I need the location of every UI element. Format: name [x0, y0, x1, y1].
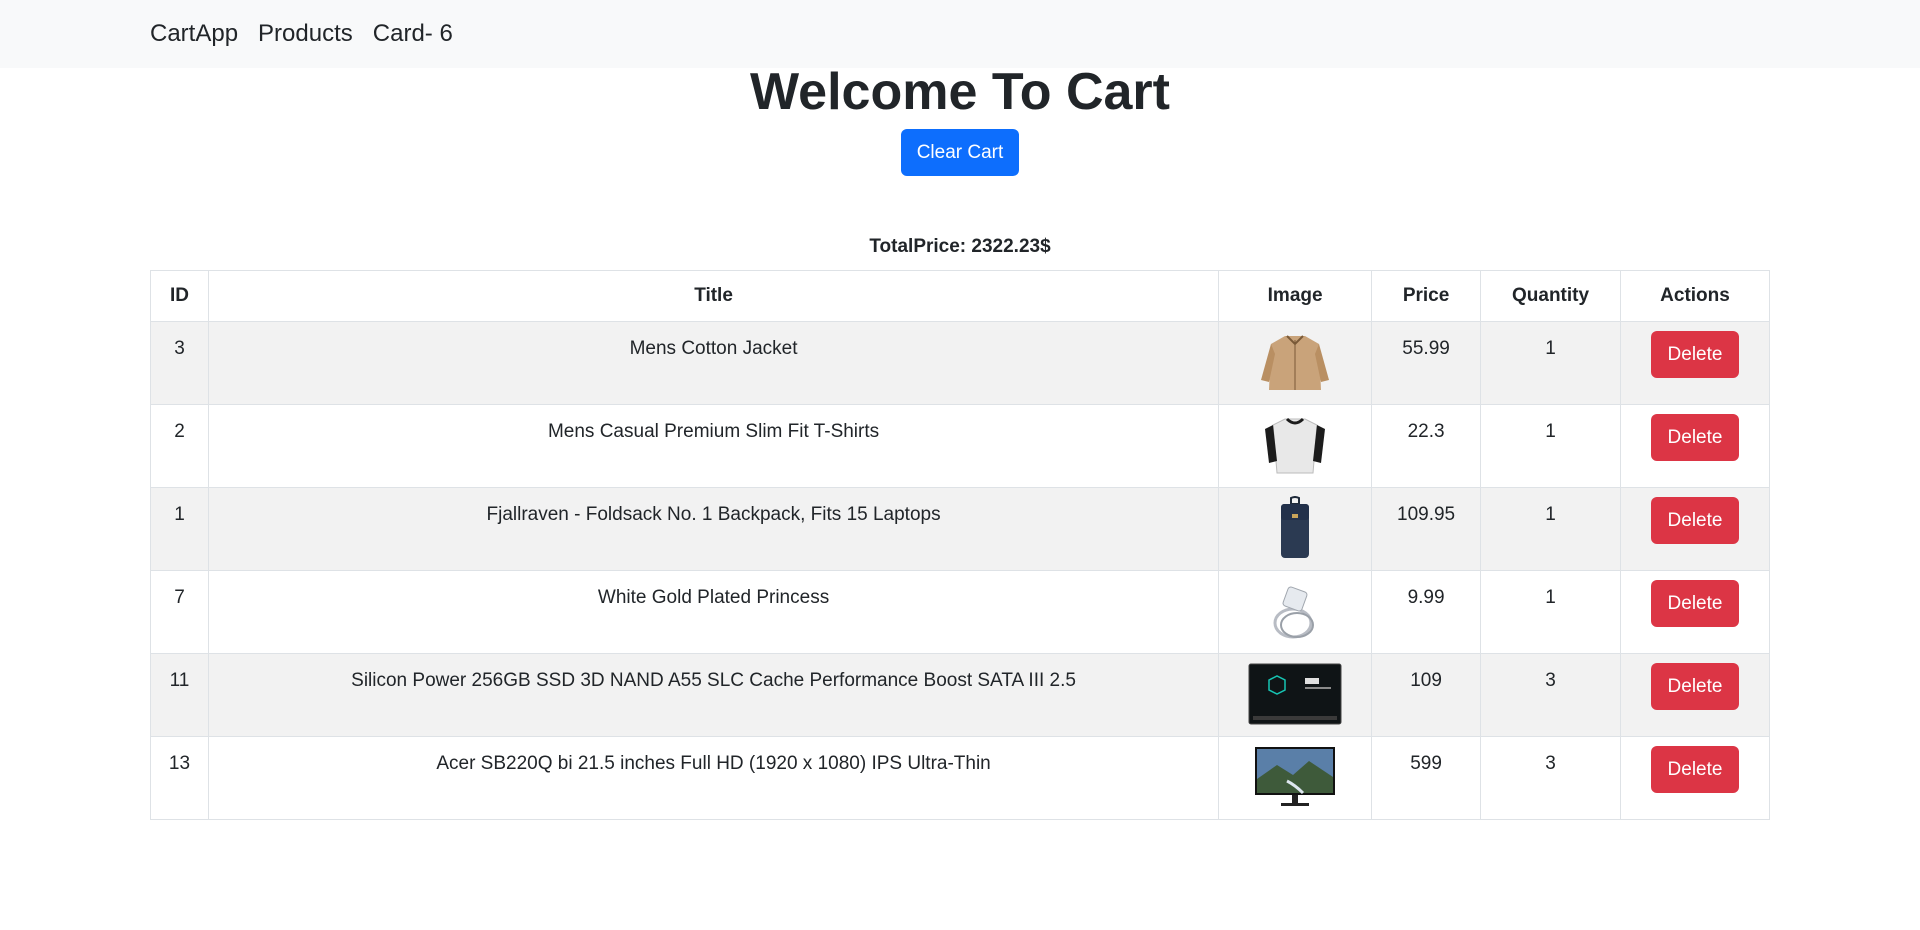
header-id: ID: [150, 270, 209, 322]
cell-id: 11: [150, 653, 209, 737]
cell-price: 22.3: [1371, 404, 1482, 488]
cell-actions: Delete: [1620, 404, 1770, 488]
total-price: TotalPrice: 2322.23$: [869, 236, 1051, 257]
nav-brand-link[interactable]: CartApp: [150, 0, 238, 68]
cell-actions: Delete: [1620, 653, 1770, 737]
cell-actions: Delete: [1620, 736, 1770, 820]
clear-cart-button[interactable]: Clear Cart: [901, 129, 1019, 176]
cell-actions: Delete: [1620, 487, 1770, 571]
cell-price: 109.95: [1371, 487, 1482, 571]
delete-button[interactable]: Delete: [1651, 746, 1739, 793]
table-row: 1 Fjallraven - Foldsack No. 1 Backpack, …: [150, 487, 1770, 571]
table-row: 3 Mens Cotton Jacket 55.99 1 Delete: [150, 321, 1770, 405]
table-row: 11 Silicon Power 256GB SSD 3D NAND A55 S…: [150, 653, 1770, 737]
cell-id: 2: [150, 404, 209, 488]
delete-button[interactable]: Delete: [1651, 331, 1739, 378]
cell-quantity: 1: [1480, 570, 1621, 654]
cell-image: [1218, 404, 1373, 488]
table-header-row: ID Title Image Price Quantity Actions: [150, 270, 1770, 322]
cell-price: 9.99: [1371, 570, 1482, 654]
page-title: Welcome To Cart: [750, 63, 1170, 121]
delete-button[interactable]: Delete: [1651, 580, 1739, 627]
table-row: 13 Acer SB220Q bi 21.5 inches Full HD (1…: [150, 736, 1770, 820]
cell-image: [1218, 487, 1373, 571]
cell-image: [1218, 736, 1373, 820]
cell-quantity: 3: [1480, 736, 1621, 820]
cell-id: 7: [150, 570, 209, 654]
cart-table: ID Title Image Price Quantity Actions 3 …: [150, 270, 1770, 820]
cell-id: 13: [150, 736, 209, 820]
cell-quantity: 1: [1480, 487, 1621, 571]
nav-products-link[interactable]: Products: [258, 0, 353, 68]
cell-quantity: 1: [1480, 321, 1621, 405]
header-price: Price: [1371, 270, 1482, 322]
header-quantity: Quantity: [1480, 270, 1621, 322]
cell-title: Mens Casual Premium Slim Fit T-Shirts: [207, 404, 1220, 488]
tshirt-image: [1265, 417, 1326, 474]
cell-id: 1: [150, 487, 209, 571]
navbar: CartApp Products Card- 6: [0, 0, 1920, 68]
header-actions: Actions: [1620, 270, 1770, 322]
cell-title: White Gold Plated Princess: [207, 570, 1220, 654]
ring-image: [1273, 586, 1315, 639]
cell-title: Acer SB220Q bi 21.5 inches Full HD (1920…: [207, 736, 1220, 820]
cell-title: Mens Cotton Jacket: [207, 321, 1220, 405]
delete-button[interactable]: Delete: [1651, 414, 1739, 461]
cell-price: 55.99: [1371, 321, 1482, 405]
table-row: 7 White Gold Plated Princess 9.99 1 Dele…: [150, 570, 1770, 654]
delete-button[interactable]: Delete: [1651, 497, 1739, 544]
ssd-image: [1248, 663, 1342, 725]
cell-price: 109: [1371, 653, 1482, 737]
header-image: Image: [1218, 270, 1373, 322]
monitor-image: [1255, 747, 1336, 806]
cell-actions: Delete: [1620, 321, 1770, 405]
cell-image: [1218, 653, 1373, 737]
table-row: 2 Mens Casual Premium Slim Fit T-Shirts …: [150, 404, 1770, 488]
header-title: Title: [207, 270, 1220, 322]
cell-quantity: 1: [1480, 404, 1621, 488]
cell-image: [1218, 570, 1373, 654]
delete-button[interactable]: Delete: [1651, 663, 1739, 710]
backpack-image: [1281, 496, 1310, 558]
cell-title: Fjallraven - Foldsack No. 1 Backpack, Fi…: [207, 487, 1220, 571]
cell-image: [1218, 321, 1373, 405]
cell-price: 599: [1371, 736, 1482, 820]
cell-actions: Delete: [1620, 570, 1770, 654]
cell-id: 3: [150, 321, 209, 405]
jacket-image: [1261, 335, 1330, 390]
cell-quantity: 3: [1480, 653, 1621, 737]
cell-title: Silicon Power 256GB SSD 3D NAND A55 SLC …: [207, 653, 1220, 737]
nav-card-link[interactable]: Card- 6: [373, 0, 453, 68]
